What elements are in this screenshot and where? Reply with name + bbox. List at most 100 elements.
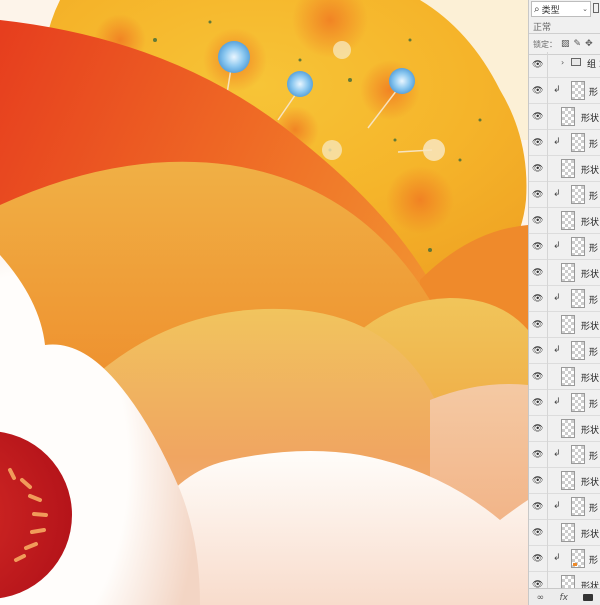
row-divider [547,78,548,104]
eye-icon[interactable]: 👁 [532,268,543,278]
layers-panel: ⌕ 类型 ⌄ 正常 锁定： ▨ ✎ ✥ 👁 › 组 3 👁 ↲ 形 👁 形状 👁 ↲ 形 👁 形状 👁 ↲ 形… [528,0,600,605]
eye-icon[interactable]: 👁 [532,294,543,304]
layer-name: 形 [589,296,599,306]
layer-row[interactable]: 👁 形状 [529,520,600,546]
layer-thumbnail[interactable] [571,185,585,204]
eye-icon[interactable]: 👁 [532,216,543,226]
clipping-mask-icon: ↲ [553,85,561,95]
layer-thumbnail[interactable] [571,341,585,360]
layer-thumbnail[interactable] [571,81,585,100]
filter-kind-label: 类型 [541,5,560,16]
eye-icon[interactable]: 👁 [532,346,543,356]
layer-row[interactable]: 👁 形状 [529,104,600,130]
layer-row[interactable]: 👁 形状 [529,208,600,234]
layer-row[interactable]: 👁 形状 [529,156,600,182]
layer-thumbnail[interactable] [571,497,585,516]
eye-icon[interactable]: 👁 [532,372,543,382]
layer-group-row[interactable]: 👁 › 组 3 [529,52,600,78]
lock-brush-icon[interactable]: ✎ [574,39,582,49]
layers-bottom-bar: ∞ fx [529,588,600,605]
faded-dandelion [322,140,342,160]
row-divider [547,520,548,546]
layer-row[interactable]: 👁 ↲ 形 [529,442,600,468]
eye-icon[interactable]: 👁 [532,450,543,460]
layer-thumbnail[interactable] [571,289,585,308]
eye-icon[interactable]: 👁 [532,528,543,538]
eye-icon[interactable]: 👁 [532,86,543,96]
eye-icon[interactable]: 👁 [532,138,543,148]
eye-icon[interactable]: 👁 [532,190,543,200]
layer-name: 形 [589,400,599,410]
dandelion-flower [218,41,250,73]
layer-thumbnail[interactable] [561,107,575,126]
layer-row[interactable]: 👁 形状 [529,260,600,286]
eye-icon[interactable]: 👁 [532,242,543,252]
eye-icon[interactable]: 👁 [532,60,543,70]
layer-row[interactable]: 👁 形状 [529,312,600,338]
clipping-mask-icon: ↲ [553,137,561,147]
fx-icon[interactable]: fx [559,593,568,603]
eye-icon[interactable]: 👁 [532,476,543,486]
layer-name: 形状 [581,166,600,176]
lock-row: 锁定： ▨ ✎ ✥ [533,37,600,51]
row-divider [547,156,548,182]
layer-row[interactable]: 👁 ↲ 形 [529,234,600,260]
layer-row[interactable]: 👁 ↲ 形 [529,494,600,520]
layer-thumbnail[interactable] [571,393,585,412]
clipping-mask-icon: ↲ [553,449,561,459]
row-divider [547,546,548,572]
eye-icon[interactable]: 👁 [532,164,543,174]
layer-thumbnail[interactable] [561,159,575,178]
filter-toggle-icon[interactable] [593,3,599,13]
clipping-mask-icon: ↲ [553,501,561,511]
folder-icon [571,58,581,66]
layer-row[interactable]: 👁 ↲ 形 [529,130,600,156]
eye-icon[interactable]: 👁 [532,320,543,330]
faded-dandelion [333,41,351,59]
row-divider [547,286,548,312]
layer-thumbnail[interactable] [571,237,585,256]
layer-row[interactable]: 👁 ↲ 形 [529,390,600,416]
divider [529,33,600,34]
layer-filter-dropdown[interactable]: ⌕ 类型 ⌄ [531,1,591,17]
layer-row[interactable]: 👁 形状 [529,364,600,390]
row-divider [547,442,548,468]
thumbnail-swatch [573,563,577,566]
layer-row[interactable]: 👁 形状 [529,416,600,442]
dandelion-flower [287,71,313,97]
layer-row[interactable]: 👁 形状 [529,468,600,494]
clipping-mask-icon: ↲ [553,397,561,407]
canvas-area[interactable] [0,0,528,605]
layer-row[interactable]: 👁 ↲ 形 [529,546,600,572]
link-icon[interactable]: ∞ [537,593,545,603]
layer-name: 形状 [581,270,600,280]
eye-icon[interactable]: 👁 [532,502,543,512]
chevron-right-icon[interactable]: › [561,58,564,67]
blend-mode-select[interactable]: 正常 [533,20,551,33]
layer-name: 组 3 [587,60,600,70]
layer-thumbnail[interactable] [561,211,575,230]
layer-row[interactable]: 👁 ↲ 形 [529,286,600,312]
layer-name: 形状 [581,530,600,540]
layer-row[interactable]: 👁 ↲ 形 [529,182,600,208]
lock-transparency-icon[interactable]: ▨ [561,39,570,49]
layer-thumbnail[interactable] [571,549,585,568]
layer-thumbnail[interactable] [561,471,575,490]
layer-thumbnail[interactable] [571,445,585,464]
layer-thumbnail[interactable] [561,367,575,386]
eye-icon[interactable]: 👁 [532,112,543,122]
layer-thumbnail[interactable] [571,133,585,152]
layer-thumbnail[interactable] [561,523,575,542]
clipping-mask-icon: ↲ [553,189,561,199]
eye-icon[interactable]: 👁 [532,424,543,434]
mask-icon[interactable] [583,594,594,601]
layer-thumbnail[interactable] [561,315,575,334]
layer-row[interactable]: 👁 ↲ 形 [529,78,600,104]
layer-thumbnail[interactable] [561,419,575,438]
layer-row[interactable]: 👁 ↲ 形 [529,338,600,364]
eye-icon[interactable]: 👁 [532,398,543,408]
lock-move-icon[interactable]: ✥ [585,39,593,49]
row-divider [547,468,548,494]
eye-icon[interactable]: 👁 [532,554,543,564]
layer-thumbnail[interactable] [561,263,575,282]
